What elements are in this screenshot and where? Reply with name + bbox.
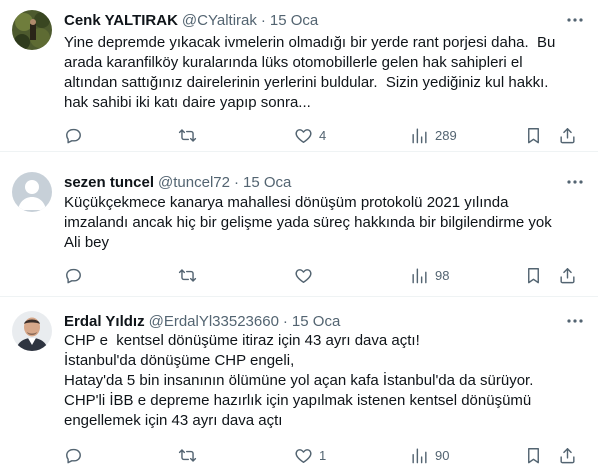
tweet-date[interactable]: 15 Oca (243, 174, 291, 191)
share-icon (560, 127, 575, 143)
view-count: 289 (435, 127, 457, 143)
tweet-text: Yine depremde yıkacak ivmelerin olmadığı… (64, 33, 584, 113)
tweet-actions: 98 (58, 265, 588, 285)
tweet-text-line: altından sattığınız dairelerinin yerleri… (64, 74, 549, 91)
tweet-text-line: hak sahibi iki katı daire yapıp sonra... (64, 94, 311, 111)
analytics-icon (412, 127, 427, 143)
retweet-icon (178, 268, 197, 282)
heart-icon (295, 128, 312, 143)
author-name[interactable]: sezen tuncel (64, 174, 154, 191)
bookmark-button[interactable] (524, 125, 543, 145)
separator: · (282, 312, 288, 330)
tweet[interactable]: sezen tuncel @tuncel72 · 15 Oca Küçükçek… (0, 152, 598, 297)
bookmark-button[interactable] (524, 265, 543, 285)
tweet-header: sezen tuncel @tuncel72 · 15 Oca (64, 172, 558, 192)
tweet-text-line: arada karanfilköy kuralarında lüks otomo… (64, 54, 523, 71)
views-button[interactable]: 90 (410, 445, 449, 465)
reply-button[interactable] (64, 265, 89, 285)
bookmark-button[interactable] (524, 445, 543, 465)
tweet-text-line: İstanbul'da dönüşüme CHP engeli, (64, 352, 295, 369)
more-options-icon[interactable] (564, 311, 586, 331)
tweet-date[interactable]: 15 Oca (270, 12, 318, 29)
tweet-text: Küçükçekmece kanarya mahallesi dönüşüm p… (64, 193, 584, 253)
heart-icon (295, 448, 312, 463)
author-handle[interactable]: @ErdalYl33523660 (149, 313, 279, 330)
like-count: 1 (319, 447, 327, 463)
tweet[interactable]: Erdal Yıldız @ErdalYl33523660 · 15 Oca C… (0, 297, 598, 469)
retweet-icon (178, 448, 197, 462)
avatar[interactable] (12, 311, 52, 351)
tweet-text-line: CHP e kentsel dönüşüme itiraz için 43 ay… (64, 332, 420, 349)
tweet[interactable]: Cenk YALTIRAK @CYaltirak · 15 Oca Yine d… (0, 0, 598, 152)
author-name[interactable]: Erdal Yıldız (64, 313, 145, 330)
author-name[interactable]: Cenk YALTIRAK (64, 12, 178, 29)
views-button[interactable]: 289 (410, 125, 457, 145)
avatar[interactable] (12, 10, 52, 50)
share-button[interactable] (558, 445, 577, 465)
bookmark-icon (528, 267, 539, 283)
more-options-icon[interactable] (564, 172, 586, 192)
like-count: 4 (319, 127, 327, 143)
retweet-button[interactable] (178, 265, 203, 285)
tweet-text-line: Yine depremde yıkacak ivmelerin olmadığı… (64, 34, 556, 51)
author-handle[interactable]: @tuncel72 (158, 174, 230, 191)
view-count: 90 (435, 447, 450, 463)
share-icon (560, 267, 575, 283)
retweet-icon (178, 128, 197, 142)
like-button[interactable]: 1 (294, 445, 326, 465)
share-button[interactable] (558, 125, 577, 145)
tweet-text-line: CHP'li İBB e depreme hazırlık için yapıl… (64, 392, 532, 409)
tweet-date[interactable]: 15 Oca (292, 313, 340, 330)
analytics-icon (412, 447, 427, 463)
bookmark-icon (528, 127, 539, 143)
tweet-text-line: Küçükçekmece kanarya mahallesi dönüşüm p… (64, 194, 509, 211)
author-handle[interactable]: @CYaltirak (182, 12, 257, 29)
views-button[interactable]: 98 (410, 265, 449, 285)
separator: · (260, 11, 266, 29)
tweet-text-line: imzalandı ancak hiç bir gelişme yada sür… (64, 214, 552, 231)
like-button[interactable]: 4 (294, 125, 326, 145)
more-options-icon[interactable] (564, 10, 586, 30)
tweet-header: Cenk YALTIRAK @CYaltirak · 15 Oca (64, 10, 558, 30)
tweet-text-line: Hatay'da 5 bin insanının ölümüne yol aça… (64, 372, 534, 389)
tweet-actions: 4 289 (58, 125, 588, 145)
analytics-icon (412, 267, 427, 283)
tweet-header: Erdal Yıldız @ErdalYl33523660 · 15 Oca (64, 311, 558, 331)
reply-icon (66, 268, 81, 283)
tweet-actions: 1 90 (58, 445, 588, 465)
like-button[interactable] (294, 265, 319, 285)
tweet-text-line: Ali bey (64, 234, 110, 251)
view-count: 98 (435, 267, 450, 283)
heart-icon (295, 268, 312, 283)
reply-button[interactable] (64, 125, 89, 145)
avatar[interactable] (12, 172, 52, 212)
retweet-button[interactable] (178, 125, 203, 145)
share-icon (560, 447, 575, 463)
reply-icon (66, 448, 81, 463)
tweet-text-line: engellemek için 43 ayrı dava açtı (64, 412, 283, 429)
separator: · (233, 173, 239, 191)
reply-button[interactable] (64, 445, 89, 465)
tweet-text: CHP e kentsel dönüşüme itiraz için 43 ay… (64, 331, 584, 431)
retweet-button[interactable] (178, 445, 203, 465)
bookmark-icon (528, 447, 539, 463)
reply-icon (66, 128, 81, 143)
share-button[interactable] (558, 265, 577, 285)
